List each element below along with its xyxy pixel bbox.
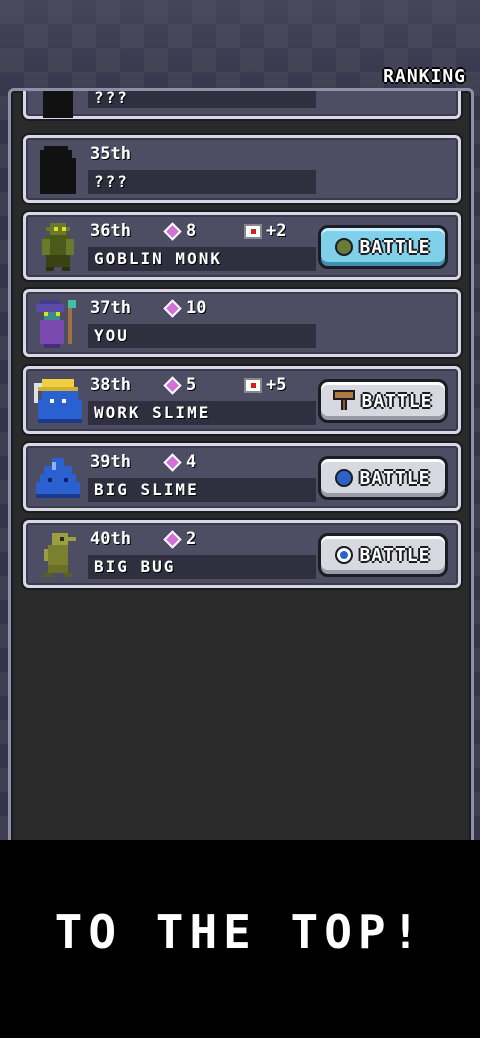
battle-button[interactable]: BATTLE [318, 533, 448, 577]
silhouette-icon [34, 91, 82, 122]
signpost-icon [333, 388, 356, 414]
ranking-row[interactable]: ??? [23, 88, 461, 122]
ranking-title: RANKING [383, 66, 466, 87]
gem-count: 4 [163, 452, 197, 472]
gem-count: 2 [163, 529, 197, 549]
bonus-value: +5 [266, 375, 287, 395]
player-name: ??? [94, 88, 129, 107]
gem-count: 8 [163, 221, 197, 241]
player-name: YOU [94, 326, 129, 345]
battle-button-label: BATTLE [359, 544, 431, 566]
big-bug-icon [34, 531, 82, 579]
clock-orb-icon [335, 546, 354, 564]
ranking-row-you[interactable]: 37th 10 YOU [23, 289, 461, 357]
gem-count: 5 [163, 375, 197, 395]
ranking-panel[interactable]: ??? 35th ??? 36th 8 +2 GOBLIN MONK BATTL… [8, 88, 474, 848]
bonus-count: +2 [244, 221, 286, 241]
gem-value: 8 [186, 221, 197, 241]
medkit-icon [244, 223, 262, 239]
gem-value: 10 [186, 298, 207, 318]
bonus-count: +5 [244, 375, 286, 395]
gem-icon [163, 298, 182, 318]
gem-icon [163, 452, 182, 472]
promo-text: TO THE TOP! [54, 905, 426, 959]
gem-value: 2 [186, 529, 197, 549]
ranking-row[interactable]: 35th ??? [23, 135, 461, 203]
player-name: BIG BUG [94, 557, 176, 576]
ranking-row[interactable]: 38th 5 +5 WORK SLIME BATTLE [23, 366, 461, 434]
rank-label: 39th [90, 452, 131, 472]
rank-label: 36th [90, 221, 131, 241]
silhouette-icon [34, 146, 82, 194]
battle-button[interactable]: BATTLE [318, 225, 448, 269]
player-name: GOBLIN MONK [94, 249, 222, 268]
goblin-monk-icon [34, 223, 82, 271]
battle-button[interactable]: BATTLE [318, 379, 448, 423]
ranking-row[interactable]: 36th 8 +2 GOBLIN MONK BATTLE [23, 212, 461, 280]
battle-button-label: BATTLE [359, 236, 431, 258]
slime-orb-icon [335, 469, 354, 487]
battle-button-label: BATTLE [359, 467, 431, 489]
bonus-value: +2 [266, 221, 287, 241]
gem-icon [163, 375, 182, 395]
player-name: ??? [94, 172, 129, 191]
battle-button[interactable]: BATTLE [318, 456, 448, 500]
player-name: BIG SLIME [94, 480, 199, 499]
gem-icon [163, 529, 182, 549]
gem-value: 5 [186, 375, 197, 395]
rank-label: 37th [90, 298, 131, 318]
work-slime-icon [34, 377, 82, 425]
gem-icon [163, 221, 182, 241]
gem-value: 4 [186, 452, 197, 472]
medkit-icon [244, 377, 262, 393]
ranking-row[interactable]: 40th 2 BIG BUG BATTLE [23, 520, 461, 588]
rank-label: 40th [90, 529, 131, 549]
player-name: WORK SLIME [94, 403, 211, 422]
wizard-icon [34, 300, 82, 348]
rank-label: 38th [90, 375, 131, 395]
goblin-head-icon [335, 238, 354, 256]
battle-button-label: BATTLE [361, 390, 433, 412]
gem-count: 10 [163, 298, 207, 318]
ranking-row[interactable]: 39th 4 BIG SLIME BATTLE [23, 443, 461, 511]
big-slime-icon [34, 454, 82, 502]
rank-label: 35th [90, 144, 131, 164]
